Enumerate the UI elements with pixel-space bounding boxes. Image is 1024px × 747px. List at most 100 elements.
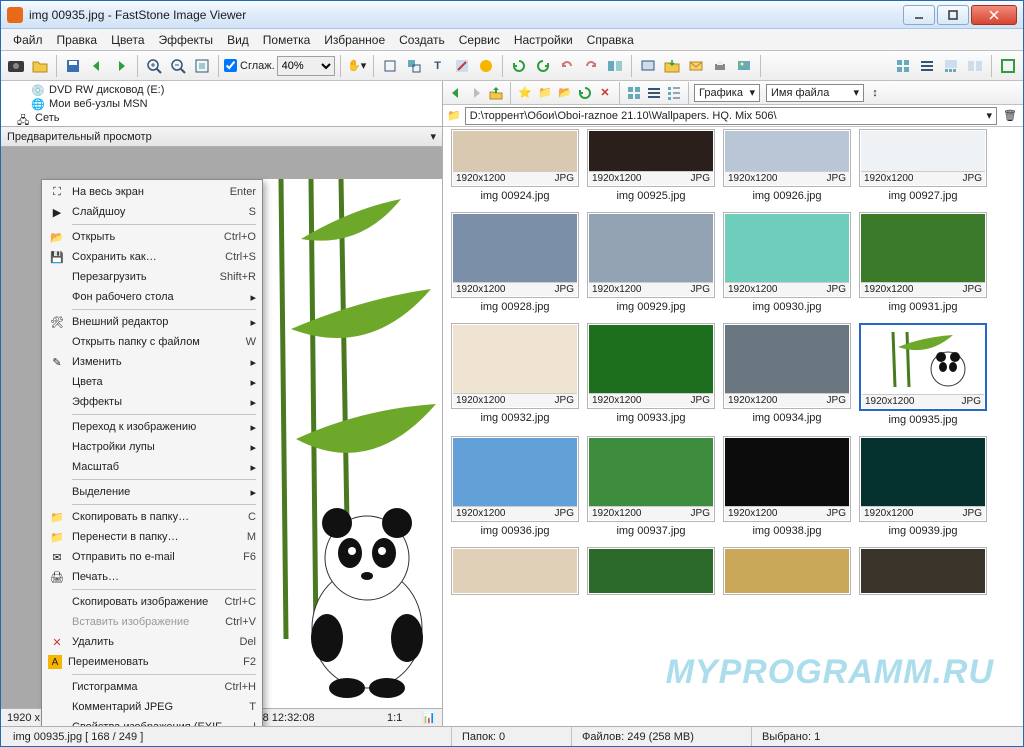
filter-dropdown[interactable]: Графика▾ bbox=[694, 84, 760, 102]
nav-fwd-icon[interactable] bbox=[467, 84, 485, 102]
close-button[interactable] bbox=[971, 5, 1017, 25]
thumbnail[interactable]: 1920x1200JPGimg 00938.jpg bbox=[723, 436, 851, 541]
thumbnail-area[interactable]: 1920x1200JPGimg 00924.jpg1920x1200JPGimg… bbox=[443, 127, 1023, 726]
hand-icon[interactable]: ✋▾ bbox=[346, 55, 368, 77]
aquire-icon[interactable] bbox=[5, 55, 27, 77]
histogram-icon[interactable]: 📊 bbox=[422, 711, 436, 724]
menu-edit[interactable]: Правка bbox=[51, 31, 104, 49]
ctx-item[interactable]: ✕УдалитьDel bbox=[44, 632, 260, 652]
menu-file[interactable]: Файл bbox=[7, 31, 49, 49]
view2-icon[interactable] bbox=[645, 84, 663, 102]
ctx-item[interactable]: Настройки лупы▸ bbox=[44, 437, 260, 457]
thumbnail[interactable]: 1920x1200JPGimg 00930.jpg bbox=[723, 212, 851, 317]
slideshow-icon[interactable] bbox=[637, 55, 659, 77]
new-folder-icon[interactable]: 📁 bbox=[536, 84, 554, 102]
print-icon[interactable] bbox=[709, 55, 731, 77]
preview-area[interactable]: ⛶На весь экранEnter▶СлайдшоуS📂ОткрытьCtr… bbox=[1, 147, 442, 726]
thumbnail[interactable]: 1920x1200JPGimg 00926.jpg bbox=[723, 129, 851, 206]
fullscreen-icon[interactable] bbox=[997, 55, 1019, 77]
menu-mark[interactable]: Пометка bbox=[257, 31, 317, 49]
thumbnail[interactable]: 1920x1200JPGimg 00929.jpg bbox=[587, 212, 715, 317]
ctx-item[interactable]: ✎Изменить▸ bbox=[44, 352, 260, 372]
minimize-button[interactable] bbox=[903, 5, 935, 25]
ctx-item[interactable]: AПереименоватьF2 bbox=[44, 652, 260, 672]
undo-icon[interactable] bbox=[556, 55, 578, 77]
thumbnail[interactable]: 1920x1200JPGimg 00925.jpg bbox=[587, 129, 715, 206]
fav-add-icon[interactable]: ⭐ bbox=[516, 84, 534, 102]
ctx-item[interactable]: Открыть папку с файломW bbox=[44, 332, 260, 352]
ctx-item[interactable]: 💾Сохранить как…Ctrl+S bbox=[44, 247, 260, 267]
ctx-item[interactable]: Масштаб▸ bbox=[44, 457, 260, 477]
compare-icon[interactable] bbox=[604, 55, 626, 77]
ctx-item[interactable]: 🖨Печать… bbox=[44, 567, 260, 587]
ctx-item[interactable]: Фон рабочего стола▸ bbox=[44, 287, 260, 307]
view-list-icon[interactable] bbox=[916, 55, 938, 77]
view-thumbs-icon[interactable] bbox=[892, 55, 914, 77]
thumbnail[interactable]: 1920x1200JPGimg 00934.jpg bbox=[723, 323, 851, 430]
menu-settings[interactable]: Настройки bbox=[508, 31, 579, 49]
edit-icon[interactable] bbox=[451, 55, 473, 77]
view1-icon[interactable] bbox=[625, 84, 643, 102]
delete-icon[interactable]: ✕ bbox=[596, 84, 614, 102]
ctx-item[interactable]: Выделение▸ bbox=[44, 482, 260, 502]
menu-help[interactable]: Справка bbox=[581, 31, 640, 49]
zoom-in-icon[interactable] bbox=[143, 55, 165, 77]
ctx-item[interactable]: Переход к изображению▸ bbox=[44, 417, 260, 437]
maximize-button[interactable] bbox=[937, 5, 969, 25]
thumbnail[interactable]: 1920x1200JPGimg 00932.jpg bbox=[451, 323, 579, 430]
thumbnail[interactable]: 1920x1200JPGimg 00933.jpg bbox=[587, 323, 715, 430]
refresh-icon[interactable] bbox=[576, 84, 594, 102]
trash-icon[interactable]: 🗑 bbox=[1001, 107, 1019, 125]
menu-tools[interactable]: Сервис bbox=[453, 31, 506, 49]
sort-dropdown[interactable]: Имя файла▾ bbox=[766, 84, 864, 102]
thumbnail[interactable] bbox=[859, 547, 987, 595]
smooth-toggle[interactable]: Сглаж. bbox=[224, 59, 275, 72]
tree-item[interactable]: 💿DVD RW дисковод (E:) bbox=[7, 83, 436, 97]
tree-item[interactable]: 🖧Сеть bbox=[7, 111, 436, 125]
crop-icon[interactable] bbox=[379, 55, 401, 77]
ctx-item[interactable]: Свойства изображения (EXIF …I bbox=[44, 717, 260, 726]
menu-colors[interactable]: Цвета bbox=[105, 31, 150, 49]
rotate-left-icon[interactable] bbox=[508, 55, 530, 77]
fit-icon[interactable] bbox=[191, 55, 213, 77]
email-icon[interactable] bbox=[685, 55, 707, 77]
thumbnail[interactable]: 1920x1200JPGimg 00931.jpg bbox=[859, 212, 987, 317]
copy-to-icon[interactable] bbox=[661, 55, 683, 77]
resize-icon[interactable] bbox=[403, 55, 425, 77]
menu-favorites[interactable]: Избранное bbox=[318, 31, 391, 49]
ctx-item[interactable]: 🛠Внешний редактор▸ bbox=[44, 312, 260, 332]
ctx-item[interactable]: Комментарий JPEGT bbox=[44, 697, 260, 717]
open-icon[interactable] bbox=[29, 55, 51, 77]
ctx-item[interactable]: 📁Скопировать в папку…C bbox=[44, 507, 260, 527]
path-input[interactable]: D:\торрент\Обои\Oboi-raznoe 21.10\Wallpa… bbox=[465, 107, 997, 125]
smooth-checkbox[interactable] bbox=[224, 59, 237, 72]
ctx-item[interactable]: ГистограммаCtrl+H bbox=[44, 677, 260, 697]
sort-dir-icon[interactable]: ↕ bbox=[866, 84, 884, 102]
menu-view[interactable]: Вид bbox=[221, 31, 255, 49]
view3-icon[interactable] bbox=[665, 84, 683, 102]
thumbnail[interactable]: 1920x1200JPGimg 00928.jpg bbox=[451, 212, 579, 317]
menu-effects[interactable]: Эффекты bbox=[153, 31, 220, 49]
ctx-item[interactable]: 📂ОткрытьCtrl+O bbox=[44, 227, 260, 247]
ctx-item[interactable]: Цвета▸ bbox=[44, 372, 260, 392]
redo-icon[interactable] bbox=[580, 55, 602, 77]
ctx-item[interactable]: ПерезагрузитьShift+R bbox=[44, 267, 260, 287]
tree-item[interactable]: 🌐Мои веб-узлы MSN bbox=[7, 97, 436, 111]
thumbnail[interactable]: 1920x1200JPGimg 00935.jpg bbox=[859, 323, 987, 430]
rotate-right-icon[interactable] bbox=[532, 55, 554, 77]
ctx-item[interactable]: ▶СлайдшоуS bbox=[44, 202, 260, 222]
folder-tree[interactable]: 💿DVD RW дисковод (E:) 🌐Мои веб-узлы MSN … bbox=[1, 81, 442, 127]
thumbnail[interactable]: 1920x1200JPGimg 00936.jpg bbox=[451, 436, 579, 541]
view-filmstrip-icon[interactable] bbox=[940, 55, 962, 77]
forward-icon[interactable] bbox=[110, 55, 132, 77]
thumbnail[interactable]: 1920x1200JPGimg 00939.jpg bbox=[859, 436, 987, 541]
ctx-item[interactable]: ✉Отправить по e-mailF6 bbox=[44, 547, 260, 567]
ctx-item[interactable]: 📁Перенести в папку…M bbox=[44, 527, 260, 547]
zoom-out-icon[interactable] bbox=[167, 55, 189, 77]
color-adjust-icon[interactable] bbox=[475, 55, 497, 77]
zoom-select[interactable]: 40% bbox=[277, 56, 335, 76]
thumbnail[interactable] bbox=[587, 547, 715, 595]
thumbnail[interactable] bbox=[451, 547, 579, 595]
save-icon[interactable] bbox=[62, 55, 84, 77]
text-icon[interactable]: T bbox=[427, 55, 449, 77]
